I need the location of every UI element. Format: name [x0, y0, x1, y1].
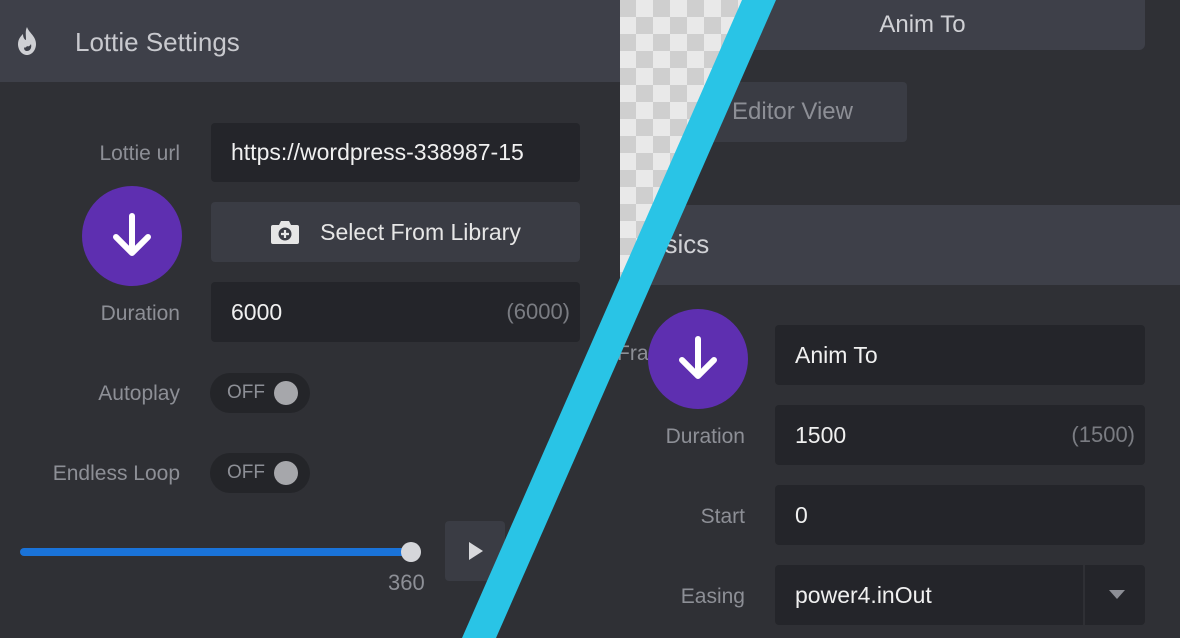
arrow-down-circle-icon — [648, 309, 748, 409]
diagonal-divider — [462, 0, 776, 638]
arrow-down-circle-icon — [82, 186, 182, 286]
